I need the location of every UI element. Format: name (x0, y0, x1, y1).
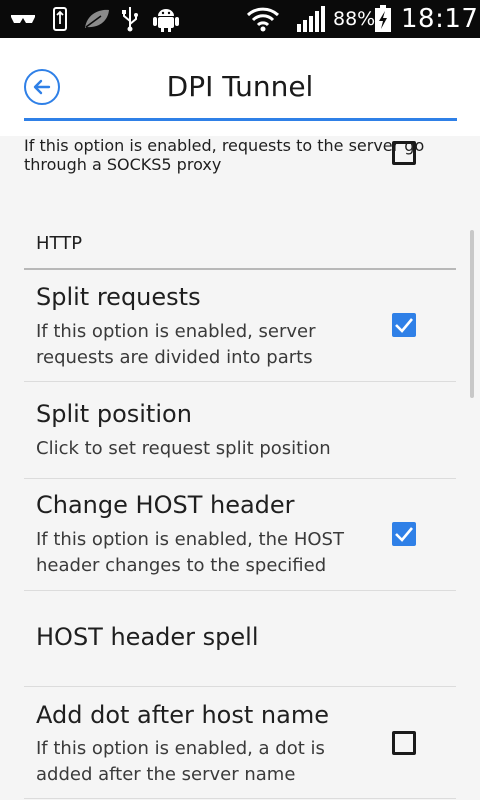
battery-percent: 88% (333, 8, 376, 30)
wifi-icon (246, 7, 280, 32)
header-divider (24, 118, 457, 121)
android-icon (153, 9, 179, 32)
change-host-header-checkbox[interactable] (392, 522, 416, 546)
host-header-spell-title: HOST header spell (36, 623, 259, 651)
leaf-icon (85, 9, 109, 28)
split-requests-summary: If this option is enabled, server reques… (36, 321, 316, 368)
checkmark-icon (395, 318, 413, 333)
split-position-title: Split position (36, 400, 192, 428)
add-dot-summary: If this option is enabled, a dot is adde… (36, 738, 325, 785)
list-item-split-position[interactable]: Split position Click to set request spli… (24, 382, 456, 479)
change-host-header-summary: If this option is enabled, the HOST head… (36, 529, 344, 576)
battery-charging-icon (375, 5, 391, 32)
status-bar: 88% 18:17 (0, 0, 480, 38)
section-header-http: HTTP (36, 233, 83, 254)
glasses-icon (11, 15, 35, 23)
split-requests-title: Split requests (36, 283, 201, 311)
settings-list: If this option is enabled, requests to t… (24, 136, 456, 799)
split-requests-checkbox[interactable] (392, 313, 416, 337)
clock: 18:17 (401, 4, 479, 34)
usb-icon (122, 7, 138, 32)
app-bar: DPI Tunnel (0, 38, 480, 136)
socks-proxy-checkbox[interactable] (392, 141, 416, 165)
list-item-split-requests[interactable]: Split requests If this option is enabled… (24, 270, 456, 382)
split-position-summary: Click to set request split position (36, 438, 331, 459)
list-item-host-header-spell[interactable]: HOST header spell (24, 591, 456, 687)
list-item-change-host-header[interactable]: Change HOST header If this option is ena… (24, 479, 456, 591)
page-title: DPI Tunnel (166, 70, 314, 103)
checkmark-icon (395, 527, 413, 542)
socks-proxy-item[interactable]: If this option is enabled, requests to t… (24, 136, 456, 270)
change-host-header-title: Change HOST header (36, 491, 295, 519)
scrollbar[interactable] (470, 230, 474, 398)
add-dot-checkbox[interactable] (392, 731, 416, 755)
signal-icon (297, 6, 325, 32)
list-item-add-dot[interactable]: Add dot after host name If this option i… (24, 687, 456, 799)
add-dot-title: Add dot after host name (36, 701, 329, 729)
usb-storage-icon (53, 7, 67, 31)
